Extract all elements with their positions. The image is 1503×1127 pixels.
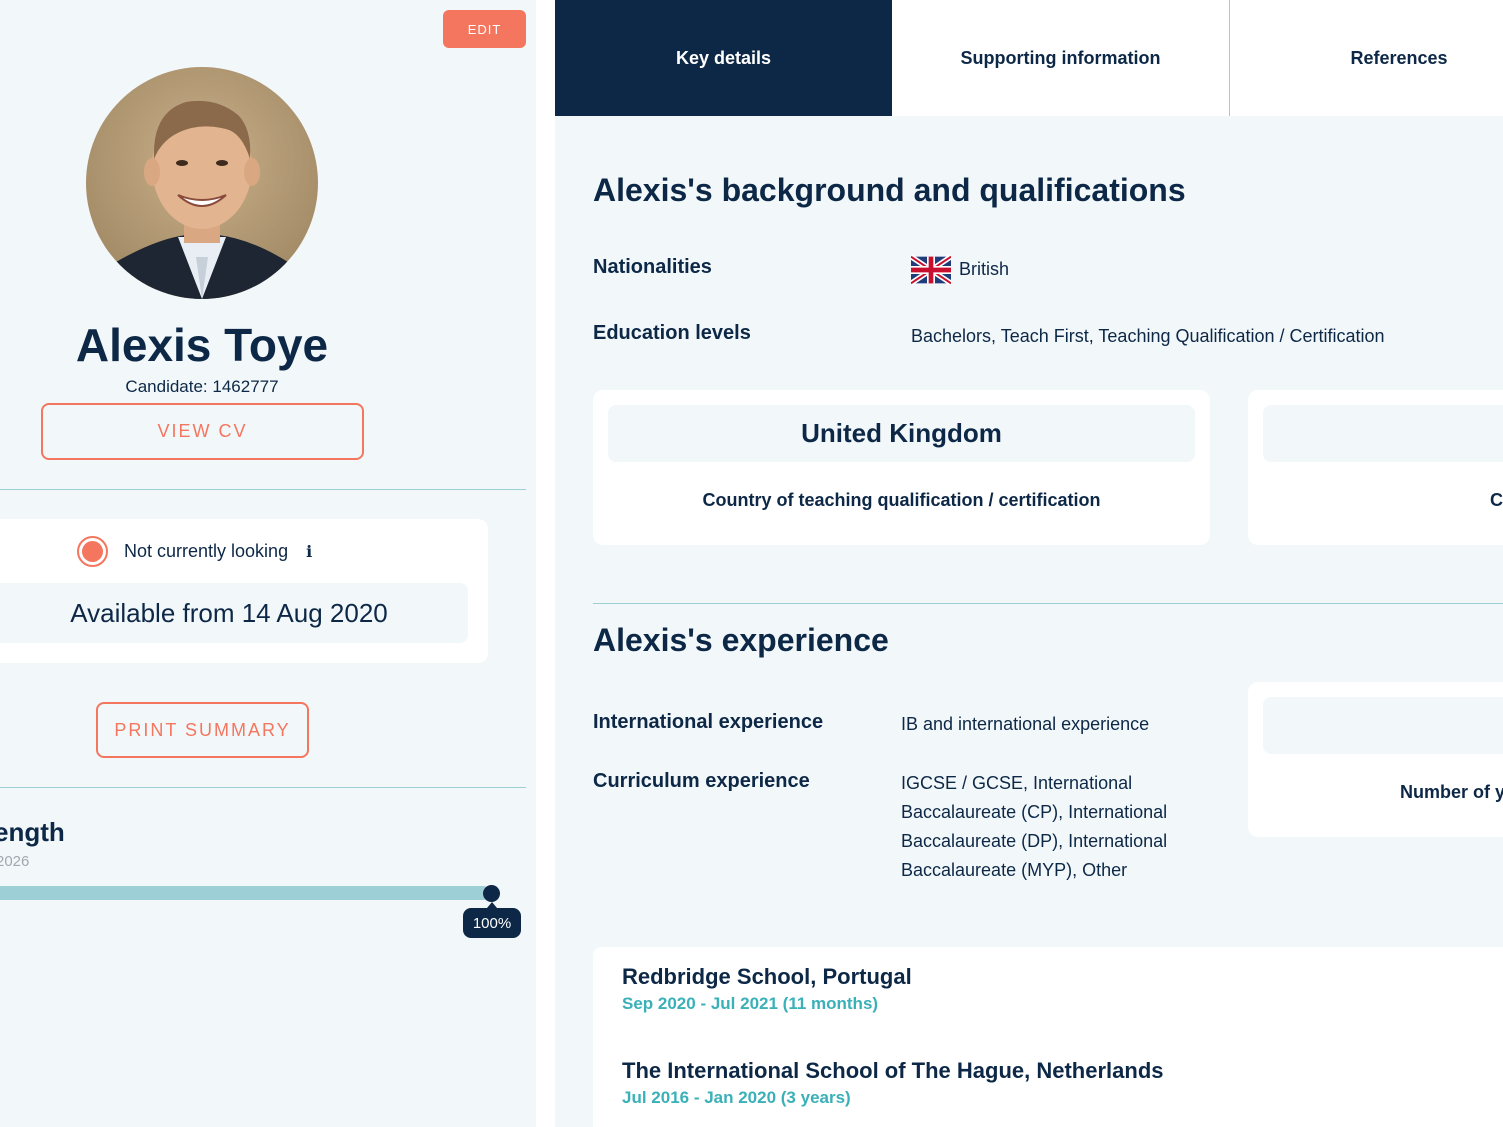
education-value: Bachelors, Teach First, Teaching Qualifi… [911, 326, 1385, 346]
candidate-id: Candidate: 1462777 [125, 377, 279, 396]
tab-bar: Key details Supporting information Refer… [555, 0, 1503, 116]
curriculum-line: Baccalaureate (CP), International [901, 802, 1168, 822]
international-experience-label: International experience [593, 711, 824, 733]
card-caption: C [1490, 490, 1503, 510]
job-dates: Jul 2016 - Jan 2020 (3 years) [622, 1088, 851, 1107]
nationality-value: British [959, 259, 1010, 279]
progress-knob [483, 885, 500, 902]
tab-references[interactable]: References [1230, 0, 1503, 116]
divider [0, 787, 526, 788]
curriculum-line: IGCSE / GCSE, International [901, 773, 1133, 793]
edit-button[interactable]: EDIT [443, 10, 526, 48]
job-title: The International School of The Hague, N… [622, 1058, 1164, 1083]
profile-sidebar: EDIT Alexis Toye Candidate: 1462777 VIEW… [0, 0, 536, 1127]
uk-flag-icon [911, 255, 951, 285]
status-row: Not currently looking i [77, 536, 312, 567]
job-title: Redbridge School, Portugal [622, 964, 912, 989]
qualification-country: United Kingdom [608, 405, 1195, 462]
international-experience-value: IB and international experience [901, 714, 1150, 734]
qualification-country-card: United Kingdom Country of teaching quali… [593, 390, 1210, 545]
divider [0, 489, 526, 490]
divider [593, 603, 1503, 604]
view-cv-button[interactable]: VIEW CV [41, 403, 364, 460]
avatar [86, 67, 318, 299]
panel-gap [536, 0, 555, 1127]
qualification-info-card: C [1248, 390, 1503, 545]
qualification-country-caption: Country of teaching qualification / cert… [702, 490, 1101, 510]
candidate-name: Alexis Toye [75, 319, 329, 371]
years-experience-card: Number of y [1248, 682, 1503, 837]
years-experience-caption: Number of y [1400, 782, 1503, 802]
profile-strength-bar [0, 886, 490, 900]
nationalities-label: Nationalities [593, 256, 712, 278]
background-title: Alexis's background and qualifications [593, 172, 1186, 208]
curriculum-line: Baccalaureate (MYP), Other [901, 860, 1128, 880]
info-icon[interactable]: i [306, 542, 312, 561]
curriculum-experience-label: Curriculum experience [593, 770, 810, 792]
available-from: Available from 14 Aug 2020 [0, 583, 468, 643]
profile-strength-date: 2026 [0, 853, 30, 870]
card-head [1263, 697, 1503, 754]
print-summary-button[interactable]: PRINT SUMMARY [96, 702, 309, 758]
curriculum-line: Baccalaureate (DP), International [901, 831, 1168, 851]
progress-percent-badge: 100% [463, 902, 521, 938]
experience-title: Alexis's experience [593, 622, 889, 658]
card-head [1263, 405, 1503, 462]
curriculum-experience-value: IGCSE / GCSE, International Baccalaureat… [901, 769, 1167, 885]
status-dot-icon [77, 536, 108, 567]
education-label: Education levels [593, 322, 751, 344]
job-dates: Sep 2020 - Jul 2021 (11 months) [622, 994, 879, 1013]
tab-key-details[interactable]: Key details [555, 0, 892, 116]
profile-strength-title: ength [0, 817, 65, 847]
status-text: Not currently looking [124, 541, 289, 561]
candidate-details-panel: Key details Supporting information Refer… [555, 0, 1503, 1127]
tab-supporting-information[interactable]: Supporting information [892, 0, 1229, 116]
